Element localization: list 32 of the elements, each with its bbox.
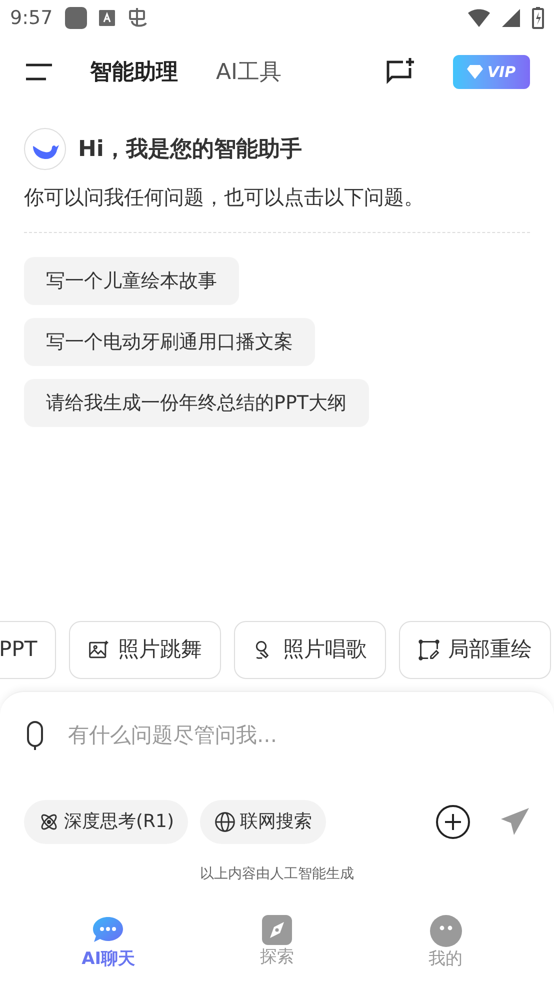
battery-icon: [532, 7, 544, 29]
input-field[interactable]: 有什么问题尽管问我...: [68, 720, 530, 752]
diamond-icon: [467, 65, 484, 79]
wifi-icon: [468, 9, 490, 27]
compass-icon: [262, 914, 292, 944]
header-tab[interactable]: 智能助理: [90, 56, 178, 88]
microphone-icon[interactable]: [24, 720, 46, 750]
tool-chip[interactable]: PPT: [0, 620, 56, 678]
option-chip[interactable]: 深度思考(R1): [24, 800, 188, 844]
header-tab[interactable]: AI工具: [216, 56, 282, 88]
globe-icon: [214, 810, 236, 832]
notification-icon: [64, 7, 87, 29]
profile-icon: [430, 914, 462, 946]
greeting-subtitle: 你可以问我任何问题，也可以点击以下问题。: [24, 184, 425, 211]
suggestion-chip[interactable]: 写一个电动牙刷通用口播文案: [24, 318, 315, 366]
status-time: 9:57: [10, 6, 53, 31]
suggestion-chip[interactable]: 请给我生成一份年终总结的PPT大纲: [24, 379, 369, 427]
edit-icon: [418, 638, 440, 660]
greeting-title: Hi，我是您的智能助手: [78, 136, 302, 164]
tool-chip[interactable]: 局部重绘: [399, 620, 552, 678]
nav-tab[interactable]: AI聊天: [68, 914, 148, 972]
add-icon[interactable]: [436, 804, 470, 838]
tool-chip[interactable]: 照片唱歌: [234, 620, 386, 678]
option-chip[interactable]: 联网搜索: [200, 800, 326, 844]
suggestion-chip[interactable]: 写一个儿童绘本故事: [24, 257, 239, 305]
signal-icon: [502, 9, 520, 27]
send-icon[interactable]: [500, 806, 530, 836]
image-icon: [88, 638, 110, 660]
keyboard-icon: [98, 10, 115, 26]
tool-chip[interactable]: 照片跳舞: [69, 620, 222, 678]
ai-disclaimer: 以上内容由人工智能生成: [199, 864, 355, 884]
menu-icon[interactable]: [24, 62, 52, 82]
